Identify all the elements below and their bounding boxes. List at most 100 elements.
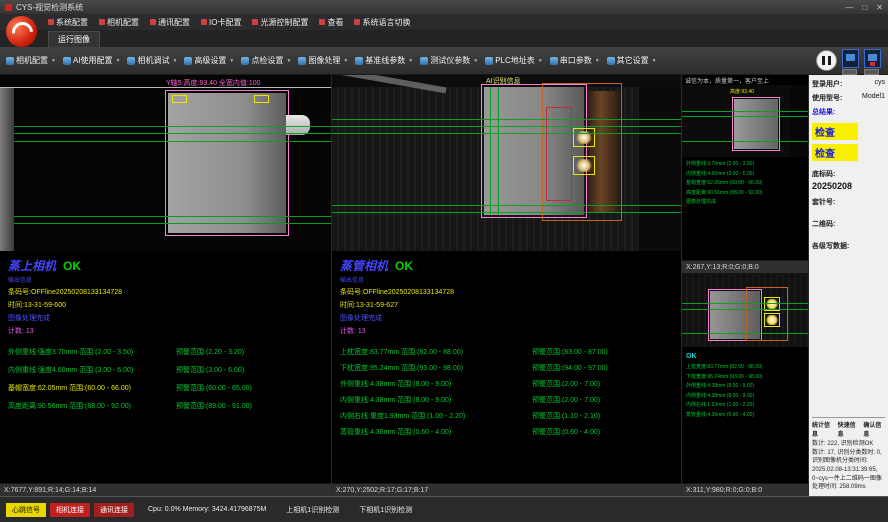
measure-line [14, 126, 331, 127]
toolbar-item-tester-params[interactable]: 测试仪参数▼ [420, 55, 478, 66]
model-value: Model1 [862, 93, 885, 103]
tool-icon [127, 57, 135, 65]
toolbar-item-advanced-settings[interactable]: 高级设置▼ [184, 55, 234, 66]
toolbar-item-serial-params[interactable]: 串口参数▼ [550, 55, 600, 66]
time-text: 时间:13-31-59-627 [340, 300, 673, 310]
warn-range: 预警范围:(60.00 - 65.00) [176, 383, 252, 393]
toolbar-item-label: 串口参数 [560, 55, 592, 66]
toolbar-item-image-processing[interactable]: 图像处理▼ [298, 55, 348, 66]
stats-panel: 统计信息 快速信息 确认信息 数计: 222, 识别检测OK 数计: 17, 识… [812, 417, 885, 492]
barcode-row: 底标码: [812, 169, 885, 179]
preview-bottom-image[interactable] [682, 275, 808, 347]
measure-line [332, 119, 681, 120]
feature-box-shape [573, 128, 595, 147]
device-status-button[interactable] [864, 49, 881, 68]
toolbar-item-spot-check[interactable]: 点检设置▼ [241, 55, 291, 66]
menu-item-language-switch[interactable]: 系统语言切换 [354, 17, 410, 28]
tool-icon [184, 57, 192, 65]
menu-item-view[interactable]: 查看 [319, 17, 343, 28]
window-title: CYS-视觉检测系统 [16, 2, 83, 13]
measurement-row: 外侧重线:4.38mm 范围:(8.00 - 9.00)预警范围:(2.00 -… [340, 379, 673, 389]
tool-icon [485, 57, 493, 65]
pause-button[interactable] [816, 50, 837, 71]
menu-item-camera-config[interactable]: 相机配置 [99, 17, 139, 28]
toolbar-item-label: 其它设置 [617, 55, 649, 66]
defect-roi-shape [546, 107, 572, 201]
maximize-button[interactable]: □ [862, 3, 867, 12]
mini-button-1[interactable] [842, 69, 857, 75]
chevron-down-icon: ▼ [51, 58, 56, 64]
preview-line: 内侧重线:4.38mm (8.00 - 9.00) [686, 392, 804, 402]
heartbeat-status-badge: 心跳信号 [6, 503, 46, 517]
feature-box-shape [254, 95, 269, 103]
toolbar-item-camera-config[interactable]: 相机配置▼ [6, 55, 56, 66]
camera-connection-badge: 相机连接 [50, 503, 90, 517]
feature-box-shape [172, 95, 187, 103]
stats-line: 处理时间: 258.09ms [812, 483, 885, 492]
tab-run-image[interactable]: 运行图像 [48, 31, 100, 47]
result-subtitle: 输出信息 [340, 275, 673, 284]
menu-icon [252, 19, 258, 25]
measure-line [682, 116, 808, 117]
menu-icon [319, 19, 325, 25]
warn-range: 预警范围:(94.00 - 97.00) [532, 363, 608, 373]
stats-line: 2025.02.08-13:31:39:65, [812, 466, 885, 475]
preview-line: 外侧重线:3.70mm (2.00 - 3.50) [686, 160, 804, 170]
app-icon [5, 4, 12, 11]
toolbar-item-baseline-params[interactable]: 基准线参数▼ [355, 55, 413, 66]
toolbar-item-camera-debug[interactable]: 相机调试▼ [127, 55, 177, 66]
preview-top-image[interactable]: 高度:93.40 [682, 85, 808, 157]
measure-line [682, 111, 808, 112]
model-label: 使用型号: [812, 93, 842, 103]
measure-line [14, 141, 331, 142]
preview-line: 内侧右线:1.93mm (1.00 - 2.20) [686, 401, 804, 411]
toolbar-item-ai-config[interactable]: AI使用配置▼ [63, 55, 121, 66]
menu-item-system-config[interactable]: 系统配置 [48, 17, 88, 28]
stats-tab-confirm[interactable]: 确认信息 [863, 420, 885, 438]
stats-tab-quick[interactable]: 快速信息 [838, 420, 860, 438]
tool-icon [420, 57, 428, 65]
mini-button-2[interactable] [864, 69, 879, 75]
stats-line: 识别图像机分类时间: [812, 457, 885, 466]
stats-tab-summary[interactable]: 统计信息 [812, 420, 834, 438]
menu-bar: 系统配置 相机配置 通讯配置 IO卡配置 光源控制配置 查看 系统语言切换 [0, 14, 888, 30]
chevron-down-icon: ▼ [116, 58, 121, 64]
result-subtitle: 输出信息 [8, 275, 323, 284]
barcode-text: 条码号:OFFline20250208133134728 [8, 287, 323, 297]
toolbar-item-label: AI使用配置 [73, 55, 113, 66]
titlebar: CYS-视觉检测系统 — □ ✕ [0, 0, 888, 14]
close-button[interactable]: ✕ [876, 3, 883, 12]
result-ok-badge: OK [63, 259, 81, 273]
toolbar-right-controls [816, 48, 884, 75]
image-overlay-text: AI识别信息 [486, 76, 521, 86]
barcode-text: 条码号:OFFline20250208133134728 [340, 287, 673, 297]
menu-item-comm-config[interactable]: 通讯配置 [150, 17, 190, 28]
image-overlay-text: 高度:93.40 [730, 88, 754, 95]
menu-item-io-config[interactable]: IO卡配置 [201, 17, 241, 28]
measure-value: 内侧重线:强度4.60mm 范围:(3.00 - 6.00) [8, 365, 176, 375]
warn-range: 预警范围:(1.10 - 2.10) [532, 411, 600, 421]
chevron-down-icon: ▼ [408, 58, 413, 64]
toolbar-item-plc-address[interactable]: PLC地址表▼ [485, 55, 543, 66]
toolbar-item-other-settings[interactable]: 其它设置▼ [607, 55, 657, 66]
part-shape [168, 93, 286, 233]
menu-icon [48, 19, 54, 25]
cpu-memory-status: Cpu: 0.0% Memory: 3424.41796875M [148, 506, 266, 513]
camera-left-image[interactable]: Y轴5:高度:93.40 全宽内值:100 [0, 75, 331, 251]
result-status-box: 检查 [812, 123, 858, 140]
preview-line: 蒸管重线:4.36mm (0.60 - 4.00) [686, 411, 804, 421]
machine-strip-shape [0, 88, 14, 251]
measure-value: 内侧右线:重度1.93mm 范围:(1.00 - 2.20) [340, 411, 532, 421]
stats-line: 数计: 17, 识别分类数时: 0, [812, 449, 885, 458]
toolbar-item-label: 图像处理 [308, 55, 340, 66]
menu-item-light-config[interactable]: 光源控制配置 [252, 17, 308, 28]
camera-right-image[interactable]: AI识别信息 [332, 75, 681, 251]
toolbar-item-label: 相机配置 [16, 55, 48, 66]
minimize-button[interactable]: — [845, 3, 853, 12]
measurement-list: 上枕宽度:83.77mm 范围:(82.00 - 88.00)预警范围:(83.… [340, 347, 673, 437]
tool-icon [6, 57, 14, 65]
camera-lock-button[interactable] [842, 49, 859, 68]
camera-right-result: 蒸管相机 OK 输出信息 条码号:OFFline2025020813313472… [332, 251, 681, 483]
toolbar-item-label: PLC地址表 [495, 55, 535, 66]
chevron-down-icon: ▼ [343, 58, 348, 64]
